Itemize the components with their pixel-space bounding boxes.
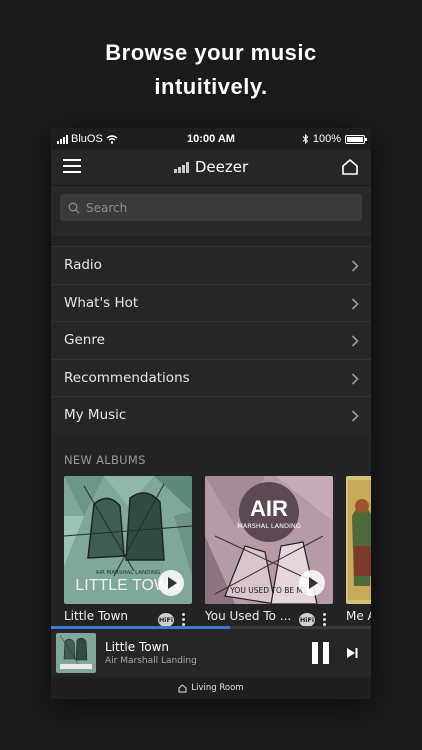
album-art[interactable]: AIR MARSHAL LANDING YOU USED TO BE ME: [205, 476, 333, 604]
home-icon: [178, 683, 187, 692]
now-playing-bar[interactable]: Little Town Air Marshall Landing: [51, 629, 371, 677]
status-right: 100%: [302, 133, 367, 145]
album-cover-image: [346, 476, 371, 604]
menu-item-my-music[interactable]: My Music: [51, 396, 371, 434]
now-playing-title: Little Town: [105, 640, 170, 654]
menu-item-label: My Music: [64, 407, 127, 424]
service-name: Deezer: [194, 158, 249, 176]
now-playing-artwork[interactable]: [56, 633, 96, 673]
album-art-text-sub: MARSHAL LANDING: [237, 522, 301, 530]
promo-headline-line1: Browse your music: [105, 40, 317, 65]
play-button[interactable]: [158, 570, 184, 596]
pause-icon[interactable]: [312, 642, 330, 664]
album-card[interactable]: Me A: [346, 476, 371, 623]
album-title[interactable]: Little Town: [64, 609, 128, 623]
menu-item-genre[interactable]: Genre: [51, 321, 371, 359]
bluetooth-icon: [302, 134, 309, 144]
album-card[interactable]: AIR MARSHAL LANDING YOU USED TO BE ME Yo…: [205, 476, 333, 627]
promo-headline: Browse your music intuitively.: [0, 36, 422, 104]
phone-screen: BluOS 10:00 AM 100% Deezer Search Radio …: [51, 128, 371, 699]
menu-item-label: What's Hot: [64, 294, 139, 311]
menu-item-whats-hot[interactable]: What's Hot: [51, 283, 371, 322]
search-field[interactable]: [60, 194, 362, 221]
album-art-text-bottom: YOU USED TO BE ME: [229, 586, 308, 595]
album-title[interactable]: You Used To ...: [205, 609, 291, 623]
album-art[interactable]: AIR MARSHAL LANDING LITTLE TOWN: [64, 476, 192, 604]
search-bar: [51, 186, 371, 236]
skip-next-icon[interactable]: [346, 647, 358, 659]
album-art-text-top: AIR MARSHAL LANDING: [96, 570, 161, 576]
menu-item-recommendations[interactable]: Recommendations: [51, 358, 371, 397]
battery-icon: [345, 134, 367, 144]
room-selector[interactable]: Living Room: [51, 677, 371, 699]
service-brand: Deezer: [51, 158, 371, 177]
album-art-text-top: AIR: [250, 496, 288, 521]
menu-item-radio[interactable]: Radio: [51, 246, 371, 284]
nav-bar: Deezer: [51, 150, 371, 186]
play-button[interactable]: [299, 570, 325, 596]
album-carousel: AIR MARSHAL LANDING LITTLE TOWN Little T…: [64, 476, 371, 628]
menu-item-label: Recommendations: [64, 369, 190, 386]
home-icon[interactable]: [341, 158, 359, 176]
chevron-right-icon: [351, 372, 359, 385]
album-title[interactable]: Me A: [346, 609, 371, 623]
battery-percent: 100%: [312, 133, 341, 145]
chevron-right-icon: [351, 260, 359, 272]
room-label: Living Room: [191, 683, 244, 693]
search-icon: [68, 202, 80, 213]
chevron-right-icon: [351, 297, 359, 310]
menu-item-label: Radio: [64, 257, 102, 274]
now-playing-artist: Air Marshall Landing: [105, 656, 197, 666]
chevron-right-icon: [351, 410, 359, 422]
deezer-logo-icon: [173, 161, 189, 173]
hifi-badge: HiFi: [158, 613, 174, 627]
menu-item-label: Genre: [64, 332, 105, 349]
chevron-right-icon: [351, 335, 359, 347]
more-options-icon[interactable]: [323, 613, 327, 627]
promo-headline-line2: intuitively.: [154, 74, 268, 99]
more-options-icon[interactable]: [182, 613, 186, 627]
status-bar: BluOS 10:00 AM 100%: [51, 128, 371, 150]
album-art[interactable]: [346, 476, 371, 604]
album-card[interactable]: AIR MARSHAL LANDING LITTLE TOWN Little T…: [64, 476, 192, 627]
now-playing-cover-image: [56, 633, 96, 673]
section-title-new-albums: NEW ALBUMS: [64, 453, 146, 467]
hifi-badge: HiFi: [299, 613, 315, 627]
browse-menu: Radio What's Hot Genre Recommendations M…: [51, 246, 371, 434]
search-input[interactable]: [86, 200, 346, 215]
